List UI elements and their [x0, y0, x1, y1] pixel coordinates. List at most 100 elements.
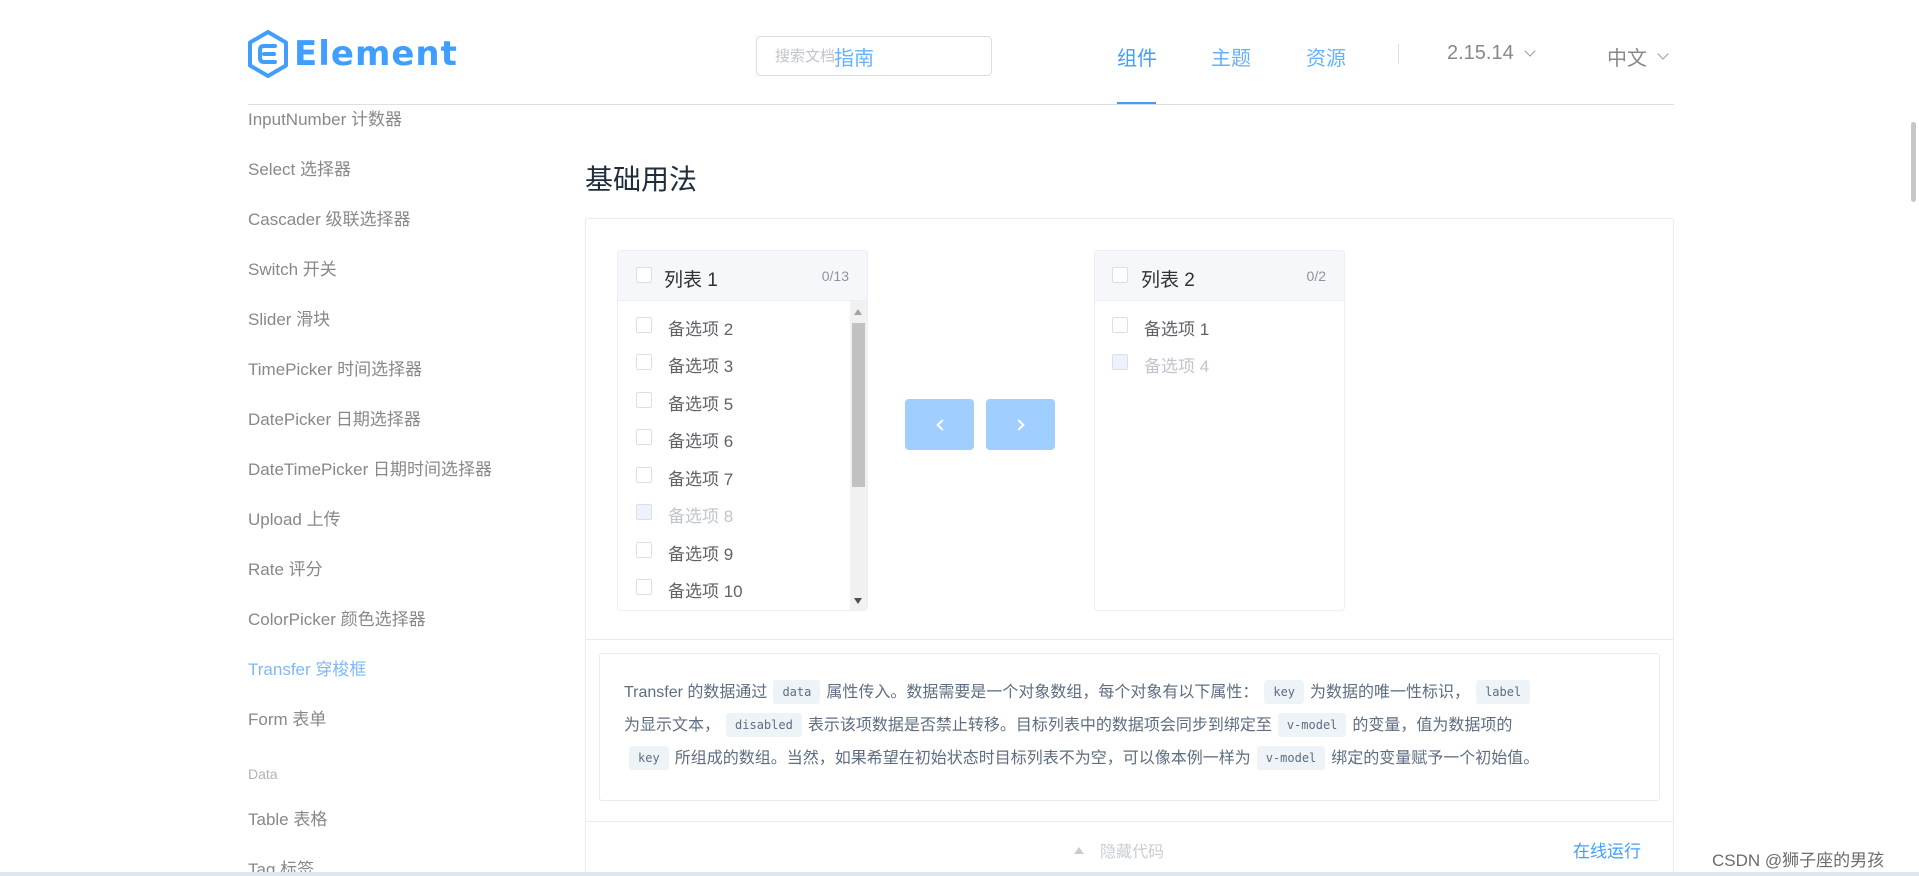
sidebar-item-table[interactable]: Table 表格: [248, 805, 327, 830]
inline-code: v-model: [1256, 746, 1326, 770]
item-label: 备选项 7: [668, 470, 734, 489]
sidebar-item-upload[interactable]: Upload 上传: [248, 505, 341, 530]
element-logo[interactable]: Element: [248, 30, 458, 78]
desc-text: 为显示文本，: [624, 717, 721, 734]
panel-count: 0/2: [1306, 268, 1326, 284]
language-dropdown[interactable]: 中文: [1607, 42, 1669, 71]
demo-control-bar: 隐藏代码 在线运行: [586, 821, 1673, 876]
arrow-left-icon: [935, 418, 948, 431]
list-item[interactable]: 备选项 1: [1095, 310, 1325, 340]
run-online-link[interactable]: 在线运行: [1573, 837, 1641, 862]
sidebar-item-datetimepicker[interactable]: DateTimePicker 日期时间选择器: [248, 455, 492, 480]
desc-text: 表示该项数据是否禁止转移。目标列表中的数据项会同步到绑定至: [807, 717, 1272, 734]
panel-title: 列表 1: [664, 270, 718, 291]
sidebar-item-switch[interactable]: Switch 开关: [248, 255, 337, 280]
inline-code: label: [1476, 680, 1531, 704]
version-dropdown[interactable]: 2.15.14: [1447, 42, 1536, 65]
inline-code: data: [773, 680, 821, 704]
item-label: 备选项 3: [668, 357, 734, 376]
list-item[interactable]: 备选项 5: [618, 385, 848, 415]
sidebar-item-cascader[interactable]: Cascader 级联选择器: [248, 205, 410, 230]
demo-block: 列表 1 0/13 备选项 2 备选项 3 备选项 5 备选项 6 备选项 7 …: [585, 218, 1674, 876]
top-header: Element 指南 组件 主题 资源 2.15.14 中文: [248, 0, 1674, 105]
sidebar-item-rate[interactable]: Rate 评分: [248, 555, 323, 580]
caret-up-icon: [1074, 846, 1084, 854]
desc-text: 的变量，值为数据项的: [1352, 717, 1513, 734]
item-checkbox[interactable]: [636, 354, 652, 370]
bottom-border: [0, 872, 1919, 876]
panel-count: 0/13: [821, 268, 849, 284]
item-label: 备选项 8: [668, 507, 734, 526]
item-checkbox[interactable]: [636, 542, 652, 558]
page-scrollbar[interactable]: [1911, 122, 1916, 202]
chevron-down-icon: [1657, 47, 1669, 60]
list-item-disabled: 备选项 8: [618, 497, 848, 527]
sidebar-item-inputnumber[interactable]: InputNumber 计数器: [248, 105, 402, 130]
scroll-thumb[interactable]: [852, 323, 865, 487]
chevron-down-icon: [1524, 44, 1536, 57]
list-scrollbar[interactable]: [850, 301, 867, 610]
desc-text: Transfer 的数据通过: [624, 684, 768, 701]
inline-code: v-model: [1277, 713, 1347, 737]
transfer-panel-left: 列表 1 0/13 备选项 2 备选项 3 备选项 5 备选项 6 备选项 7 …: [617, 250, 868, 611]
list-item[interactable]: 备选项 7: [618, 460, 848, 490]
item-checkbox: [1112, 354, 1128, 370]
arrow-right-icon: [1012, 418, 1025, 431]
brand-name: Element: [294, 34, 458, 74]
nav-component[interactable]: 组件: [1117, 42, 1157, 71]
nav-theme[interactable]: 主题: [1211, 42, 1251, 71]
item-label: 备选项 2: [668, 320, 734, 339]
item-label: 备选项 6: [668, 432, 734, 451]
item-checkbox[interactable]: [636, 429, 652, 445]
sidebar-item-select[interactable]: Select 选择器: [248, 155, 351, 180]
scroll-up-icon[interactable]: [854, 309, 862, 315]
nav-guide[interactable]: 指南: [834, 42, 874, 71]
desc-text: 为数据的唯一性标识，: [1310, 684, 1471, 701]
nav-active-indicator: [1117, 102, 1156, 104]
select-all-checkbox[interactable]: [636, 267, 652, 283]
item-label: 备选项 5: [668, 395, 734, 414]
scroll-down-icon[interactable]: [854, 598, 862, 604]
item-checkbox[interactable]: [636, 317, 652, 333]
sidebar-group-data: Data: [248, 766, 278, 782]
list-item[interactable]: 备选项 6: [618, 422, 848, 452]
search-input[interactable]: [756, 36, 992, 76]
item-checkbox[interactable]: [636, 467, 652, 483]
sidebar-item-transfer[interactable]: Transfer 穿梭框: [248, 655, 366, 680]
sidebar-item-datepicker[interactable]: DatePicker 日期选择器: [248, 405, 421, 430]
transfer-panel-right: 列表 2 0/2 备选项 1 备选项 4: [1094, 250, 1345, 611]
list-item[interactable]: 备选项 10: [618, 572, 848, 602]
watermark: CSDN @狮子座的男孩: [1712, 851, 1885, 870]
item-label: 备选项 1: [1144, 320, 1210, 339]
hide-code-label: 隐藏代码: [1100, 844, 1165, 861]
sidebar-item-form[interactable]: Form 表单: [248, 705, 326, 730]
demo-description: Transfer 的数据通过 data 属性传入。数据需要是一个对象数组，每个对象有…: [599, 653, 1660, 801]
panel-header: 列表 1 0/13: [618, 251, 867, 301]
select-all-checkbox[interactable]: [1112, 267, 1128, 283]
item-checkbox[interactable]: [636, 392, 652, 408]
item-label: 备选项 9: [668, 545, 734, 564]
hide-code-button[interactable]: 隐藏代码: [1074, 838, 1164, 862]
move-right-button[interactable]: [986, 399, 1055, 450]
sidebar-item-timepicker[interactable]: TimePicker 时间选择器: [248, 355, 422, 380]
inline-code: key: [1264, 680, 1305, 704]
item-checkbox: [636, 504, 652, 520]
item-label: 备选项 4: [1144, 357, 1210, 376]
list-item[interactable]: 备选项 9: [618, 535, 848, 565]
element-logo-icon: [248, 30, 288, 78]
language-label: 中文: [1607, 48, 1647, 70]
inline-code: key: [629, 746, 669, 770]
move-left-button[interactable]: [905, 399, 974, 450]
inline-code: disabled: [726, 713, 802, 737]
item-checkbox[interactable]: [636, 579, 652, 595]
section-title: 基础用法: [585, 164, 698, 195]
list-item-disabled: 备选项 4: [1095, 347, 1325, 377]
panel-title: 列表 2: [1141, 270, 1195, 291]
list-item[interactable]: 备选项 3: [618, 347, 848, 377]
nav-resource[interactable]: 资源: [1306, 42, 1346, 71]
list-item[interactable]: 备选项 2: [618, 310, 848, 340]
sidebar-item-slider[interactable]: Slider 滑块: [248, 305, 330, 330]
version-label: 2.15.14: [1447, 42, 1514, 64]
sidebar-item-colorpicker[interactable]: ColorPicker 颜色选择器: [248, 605, 426, 630]
item-checkbox[interactable]: [1112, 317, 1128, 333]
